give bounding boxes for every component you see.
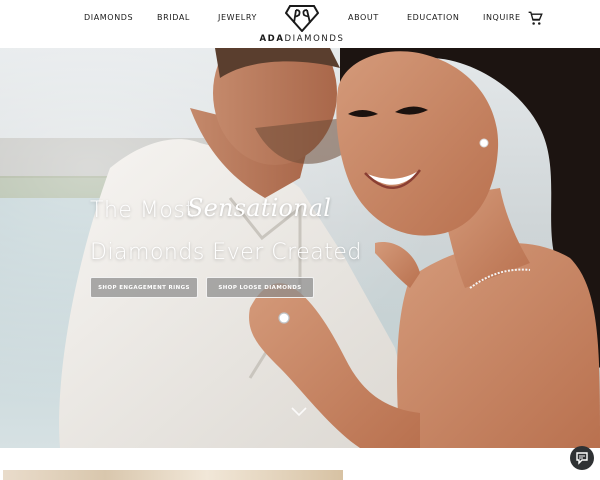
chevron-down-icon[interactable] bbox=[290, 406, 308, 418]
nav-education[interactable]: EDUCATION bbox=[407, 13, 459, 22]
nav-bridal[interactable]: BRIDAL bbox=[157, 13, 190, 22]
headline-prefix: The Most bbox=[90, 198, 195, 223]
chat-icon bbox=[576, 452, 588, 465]
logo-text-bold: ADA bbox=[259, 34, 285, 44]
logo-mark-icon bbox=[285, 5, 319, 32]
hero-banner: The Most Sensational Diamonds Ever Creat… bbox=[0, 48, 600, 448]
nav-diamonds[interactable]: DIAMONDS bbox=[84, 13, 133, 22]
logo-wordmark: ADADIAMONDS bbox=[255, 34, 349, 44]
site-logo[interactable]: ADADIAMONDS bbox=[255, 4, 349, 44]
headline-line-two: Diamonds Ever Created bbox=[90, 240, 362, 265]
site-header: DIAMONDS BRIDAL JEWELRY ADADIAMONDS ABOU… bbox=[0, 0, 600, 48]
nav-inquire[interactable]: INQUIRE bbox=[483, 13, 521, 22]
logo-text-thin: DIAMONDS bbox=[284, 34, 345, 44]
cart-icon[interactable] bbox=[528, 11, 543, 26]
shop-engagement-rings-button[interactable]: SHOP ENGAGEMENT RINGS bbox=[90, 277, 198, 298]
next-section-image bbox=[3, 470, 343, 480]
chat-button[interactable] bbox=[570, 446, 594, 470]
nav-jewelry[interactable]: JEWELRY bbox=[218, 13, 257, 22]
nav-about[interactable]: ABOUT bbox=[348, 13, 379, 22]
headline-script-word: Sensational bbox=[187, 194, 332, 222]
shop-loose-diamonds-button[interactable]: SHOP LOOSE DIAMONDS bbox=[206, 277, 314, 298]
